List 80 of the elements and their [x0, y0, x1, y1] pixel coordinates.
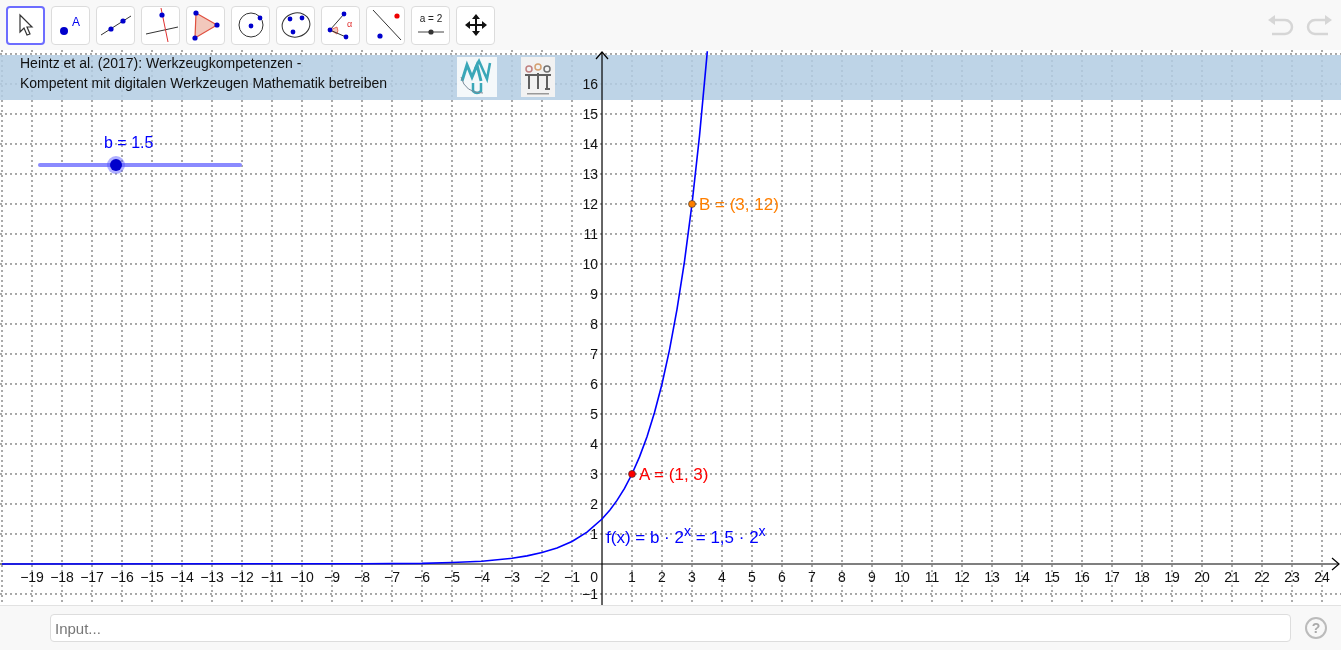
point[interactable]: [688, 200, 696, 208]
banner-text: Kompetent mit digitalen Werkzeugen Mathematik betreiben: [20, 75, 388, 91]
point-label: A = (1, 3): [639, 465, 709, 483]
point-label: B = (3, 12): [699, 195, 779, 213]
tick-label: 12: [954, 569, 970, 585]
tick-label: −12: [230, 569, 254, 585]
tick-label: −2: [534, 569, 550, 585]
tick-label: 15: [1044, 569, 1060, 585]
tick-label: 20: [1194, 569, 1210, 585]
tick-label: 5: [590, 406, 598, 422]
tick-label: −18: [50, 569, 74, 585]
logo-icon: [457, 57, 497, 97]
tick-label: 4: [718, 569, 726, 585]
tick-label: 1: [590, 526, 598, 542]
origin-label: 0: [590, 569, 598, 585]
tick-label: 7: [808, 569, 816, 585]
tick-label: 6: [590, 376, 598, 392]
tool-button[interactable]: a = 2: [411, 5, 450, 45]
move-arrows-icon: [463, 13, 488, 37]
tick-label: −14: [170, 569, 194, 585]
logo-icon: [521, 57, 555, 97]
tick-label: −11: [260, 569, 284, 585]
perpendicular-lines-icon: [143, 6, 178, 44]
tick-label: 10: [894, 569, 910, 585]
tick-label: 5: [748, 569, 756, 585]
tick-label: −16: [110, 569, 134, 585]
arrow-cursor-icon: [17, 13, 34, 37]
input-field[interactable]: Input...: [50, 614, 1291, 642]
tick-label: 12: [582, 196, 598, 212]
tick-label: −8: [354, 569, 370, 585]
tick-label: 11: [583, 226, 598, 242]
point[interactable]: [628, 470, 636, 478]
tick-label: 2: [658, 569, 666, 585]
tick-label: 13: [984, 569, 1000, 585]
triangle-icon: [190, 9, 221, 41]
tick-label: 24: [1314, 569, 1330, 585]
tool-button[interactable]: A: [51, 5, 90, 45]
function-label: f(x) = b · 2$^{x}$ = 1,5 · 2$^{x}$: [606, 524, 766, 546]
tick-label: −15: [140, 569, 164, 585]
tick-label: −7: [384, 569, 400, 585]
tick-label: 17: [1104, 569, 1120, 585]
tick-label: 2: [590, 496, 598, 512]
tick-label: −13: [200, 569, 224, 585]
tick-label: 22: [1254, 569, 1270, 585]
tick-label: −17: [80, 569, 104, 585]
tick-label: 8: [590, 316, 598, 332]
tick-label: 8: [838, 569, 846, 585]
tick-label: −10: [290, 569, 314, 585]
tick-label: 23: [1284, 569, 1300, 585]
tick-label: 7: [590, 346, 598, 362]
tick-label: −4: [474, 569, 490, 585]
tick-label: 14: [582, 136, 598, 152]
tick-label: 13: [582, 166, 598, 182]
tick-label: 3: [688, 569, 696, 585]
ellipse-icon: [279, 11, 312, 39]
tick-label: 18: [1134, 569, 1150, 585]
tick-label: 21: [1224, 569, 1240, 585]
tick-label: −19: [20, 569, 44, 585]
tick-label: 11: [924, 569, 940, 585]
tick-label: 10: [582, 256, 598, 272]
tick-label: 14: [1014, 569, 1030, 585]
tick-label: −3: [504, 569, 520, 585]
tick-label: −1: [564, 569, 580, 585]
slider-label: b = 1.5: [104, 134, 154, 152]
tick-label: −9: [324, 569, 340, 585]
tick-label: −5: [444, 569, 460, 585]
tick-label: 3: [590, 466, 598, 482]
tick-label: 16: [1074, 569, 1090, 585]
tick-label: 16: [582, 76, 598, 92]
circle-icon: [236, 11, 265, 39]
tick-label: −1: [582, 586, 598, 602]
tick-label: 15: [582, 106, 598, 122]
tick-label: 19: [1164, 569, 1180, 585]
tick-label: −6: [414, 569, 430, 585]
tick-label: 1: [628, 569, 636, 585]
tick-label: 6: [778, 569, 786, 585]
banner-text: Heintz et al. (2017): Werkzeugkompetenzen -: [20, 55, 303, 71]
tick-label: 4: [590, 436, 598, 452]
tick-label: 9: [868, 569, 876, 585]
tick-label: 9: [590, 286, 598, 302]
